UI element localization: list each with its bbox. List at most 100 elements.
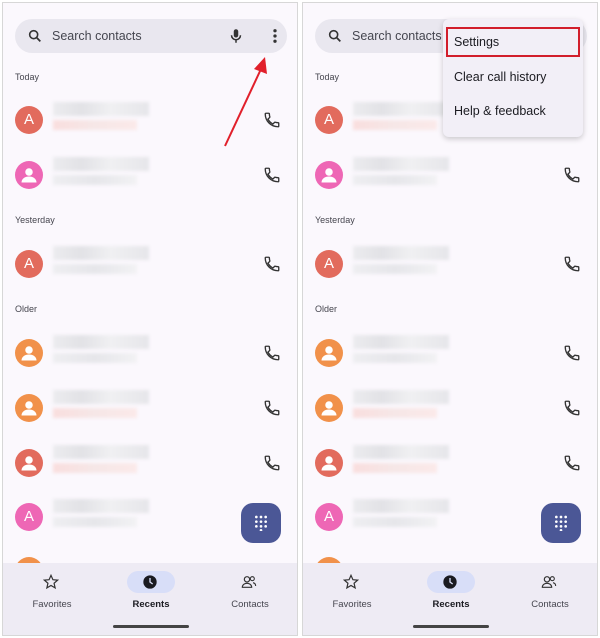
- nav-recents[interactable]: Recents: [102, 563, 200, 623]
- nav-recents[interactable]: Recents: [402, 563, 500, 623]
- redacted-name: [53, 246, 149, 260]
- call-log-row: [3, 551, 297, 563]
- phone-icon[interactable]: [563, 344, 581, 362]
- call-log-row[interactable]: [3, 443, 297, 483]
- redacted-name: [353, 246, 449, 260]
- redacted-name: [353, 335, 449, 349]
- phone-icon[interactable]: [263, 111, 281, 129]
- nav-contacts[interactable]: Contacts: [201, 563, 297, 623]
- more-vert-icon[interactable]: [266, 27, 284, 45]
- redacted-name: [53, 445, 149, 459]
- call-log-row[interactable]: [3, 333, 297, 373]
- call-log-row[interactable]: [3, 155, 297, 195]
- redacted-detail: [53, 517, 137, 527]
- redacted-detail: [353, 408, 437, 418]
- redacted-name: [353, 445, 449, 459]
- clock-icon: [443, 575, 457, 589]
- search-bar[interactable]: Search contacts: [15, 19, 287, 53]
- redacted-detail: [353, 353, 437, 363]
- dialpad-button[interactable]: [241, 503, 281, 543]
- bottom-navigation: Favorites Recents Contacts: [3, 563, 297, 635]
- person-icon: [21, 456, 37, 471]
- phone-icon[interactable]: [263, 454, 281, 472]
- star-icon: [343, 574, 359, 590]
- redacted-detail: [353, 517, 437, 527]
- search-placeholder: Search contacts: [52, 29, 142, 43]
- menu-item-clear-call-history[interactable]: Clear call history: [443, 62, 583, 92]
- call-log-row[interactable]: [303, 443, 597, 483]
- nav-label: Contacts: [531, 599, 569, 610]
- nav-favorites[interactable]: Favorites: [3, 563, 101, 623]
- redacted-name: [53, 499, 149, 513]
- redacted-name: [53, 335, 149, 349]
- call-log-row[interactable]: A: [303, 244, 597, 284]
- phone-icon[interactable]: [563, 454, 581, 472]
- overflow-menu: Settings Clear call history Help & feedb…: [443, 19, 583, 137]
- redacted-name: [353, 157, 449, 171]
- dialpad-icon: [255, 515, 267, 531]
- annotation-highlight-box: [446, 27, 580, 57]
- nav-contacts[interactable]: Contacts: [501, 563, 597, 623]
- nav-label: Favorites: [32, 599, 72, 610]
- redacted-detail: [53, 463, 137, 473]
- redacted-detail: [53, 120, 137, 130]
- person-icon: [21, 168, 37, 183]
- call-log-row[interactable]: [3, 388, 297, 428]
- section-yesterday: Yesterday: [315, 215, 355, 225]
- people-icon: [541, 576, 557, 588]
- section-today: Today: [15, 72, 40, 82]
- gesture-handle: [413, 625, 489, 628]
- call-log-row[interactable]: A: [3, 100, 297, 140]
- nav-label: Recents: [432, 599, 470, 610]
- person-icon: [321, 168, 337, 183]
- phone-screen-left: Search contacts Today A Yesterday A Olde…: [2, 2, 298, 636]
- phone-icon[interactable]: [263, 166, 281, 184]
- avatar: A: [15, 106, 43, 134]
- call-log-row[interactable]: [303, 333, 597, 373]
- redacted-name: [53, 102, 149, 116]
- redacted-name: [353, 499, 449, 513]
- search-placeholder: Search contacts: [352, 29, 442, 43]
- clock-icon: [143, 575, 157, 589]
- gesture-handle: [113, 625, 189, 628]
- redacted-name: [353, 390, 449, 404]
- avatar: [15, 161, 43, 189]
- nav-favorites[interactable]: Favorites: [303, 563, 401, 623]
- mic-icon[interactable]: [227, 27, 245, 45]
- call-log-row[interactable]: [303, 388, 597, 428]
- call-log-row[interactable]: [303, 155, 597, 195]
- search-icon: [328, 29, 341, 42]
- section-yesterday: Yesterday: [15, 215, 55, 225]
- phone-icon[interactable]: [563, 255, 581, 273]
- redacted-detail: [53, 175, 137, 185]
- redacted-name: [53, 157, 149, 171]
- avatar: [315, 339, 343, 367]
- call-log-row[interactable]: A: [3, 244, 297, 284]
- nav-label: Recents: [132, 599, 170, 610]
- avatar: [15, 339, 43, 367]
- person-icon: [321, 456, 337, 471]
- avatar: [315, 161, 343, 189]
- phone-screen-right: Search contacts Today A Yesterday A Olde…: [302, 2, 598, 636]
- menu-item-help-feedback[interactable]: Help & feedback: [443, 96, 583, 126]
- avatar: A: [15, 250, 43, 278]
- person-icon: [321, 401, 337, 416]
- section-today: Today: [315, 72, 340, 82]
- call-log-row: [303, 551, 597, 563]
- avatar: A: [15, 503, 43, 531]
- bottom-navigation: Favorites Recents Contacts: [303, 563, 597, 635]
- redacted-name: [353, 102, 449, 116]
- redacted-detail: [53, 408, 137, 418]
- avatar: [315, 394, 343, 422]
- phone-icon[interactable]: [563, 166, 581, 184]
- phone-icon[interactable]: [263, 255, 281, 273]
- nav-label: Favorites: [332, 599, 372, 610]
- phone-icon[interactable]: [263, 399, 281, 417]
- avatar: [15, 394, 43, 422]
- avatar: [15, 449, 43, 477]
- phone-icon[interactable]: [563, 399, 581, 417]
- redacted-detail: [353, 264, 437, 274]
- phone-icon[interactable]: [263, 344, 281, 362]
- dialpad-button[interactable]: [541, 503, 581, 543]
- avatar: A: [315, 250, 343, 278]
